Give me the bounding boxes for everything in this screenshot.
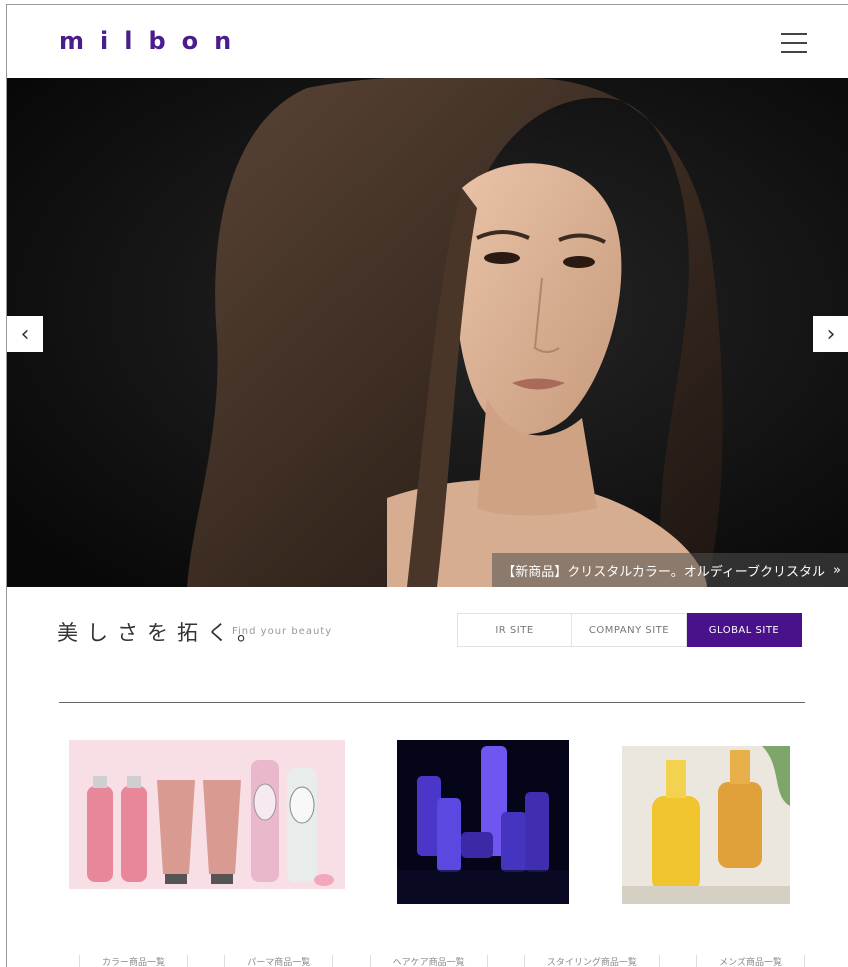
site-links: IR SITE COMPANY SITE GLOBAL SITE — [457, 613, 802, 647]
product-image-purple-line[interactable] — [397, 740, 569, 904]
menu-bar — [781, 42, 807, 44]
category-link-color[interactable]: カラー商品一覧 — [79, 955, 189, 967]
menu-bar — [781, 51, 807, 53]
menu-bar — [781, 33, 807, 35]
double-chevron-right-icon: » — [833, 562, 841, 578]
ir-site-button[interactable]: IR SITE — [457, 613, 572, 647]
hero-caption-text: 【新商品】クリスタルカラー。オルディーブクリスタル — [502, 564, 826, 580]
hero-caption-link[interactable]: 【新商品】クリスタルカラー。オルディーブクリスタル » — [492, 553, 848, 587]
hero-model-image — [7, 78, 848, 587]
product-image-gold-line[interactable] — [622, 746, 790, 904]
category-link-mens[interactable]: メンズ商品一覧 — [696, 955, 805, 967]
section-divider — [59, 702, 805, 703]
hero-carousel[interactable]: ‹ › 【新商品】クリスタルカラー。オルディーブクリスタル » — [7, 78, 848, 587]
product-image-pink-line[interactable] — [69, 740, 345, 889]
brand-tagline-sub: Find your beauty — [232, 626, 333, 637]
hamburger-menu-icon[interactable] — [781, 33, 807, 53]
site-header: milbon — [7, 5, 848, 78]
milbon-logo[interactable]: milbon — [59, 27, 247, 55]
company-site-button[interactable]: COMPANY SITE — [572, 613, 687, 647]
category-link-styling[interactable]: スタイリング商品一覧 — [523, 955, 660, 967]
category-link-haircare[interactable]: ヘアケア商品一覧 — [369, 955, 488, 967]
purple-products-illustration — [397, 740, 569, 904]
carousel-prev-button[interactable]: ‹ — [7, 316, 43, 352]
pink-products-illustration — [69, 740, 345, 889]
category-link-perm[interactable]: パーマ商品一覧 — [224, 955, 334, 967]
global-site-button[interactable]: GLOBAL SITE — [687, 613, 802, 647]
category-links: カラー商品一覧 パーマ商品一覧 ヘアケア商品一覧 スタイリング商品一覧 メンズ商… — [79, 955, 805, 967]
page-frame: milbon ‹ › 【新商品】クリスタルカラー。オルディーブクリスタル » 美… — [6, 4, 848, 967]
gold-products-illustration — [622, 746, 790, 904]
carousel-next-button[interactable]: › — [813, 316, 848, 352]
